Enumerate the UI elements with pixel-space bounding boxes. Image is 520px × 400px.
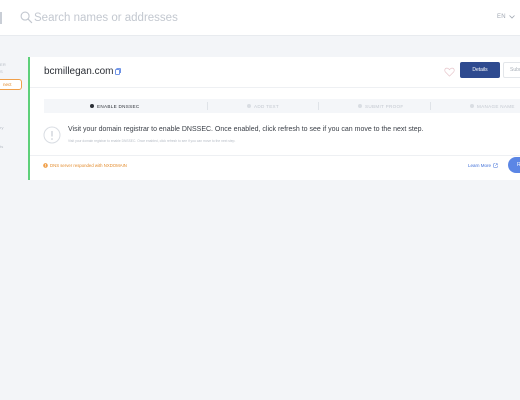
heart-icon[interactable] [444, 67, 455, 77]
learn-more-label: Learn More [468, 163, 492, 168]
domain-card: bcmillegan.com Details Subd ENABLE DNSSE… [28, 57, 520, 180]
language-selector[interactable]: EN [497, 14, 515, 20]
step-separator [430, 102, 431, 110]
sidebar-label-top: ER [0, 62, 6, 67]
warning-icon [43, 163, 48, 168]
step-active-dot [90, 104, 94, 108]
subdomains-button[interactable]: Subd [503, 62, 520, 78]
instruction-message: Visit your domain registrar to enable DN… [68, 126, 424, 133]
learn-more-link[interactable]: Learn More [468, 163, 498, 168]
step-inactive-dot [470, 104, 474, 108]
step-inactive-dot [358, 104, 362, 108]
step-enable-dnssec: ENABLE DNSSEC [90, 99, 139, 113]
domain-title: bcmillegan.com [44, 66, 122, 77]
step-label: MANAGE NAME [477, 103, 515, 109]
step-label: ADD TEXT [254, 103, 280, 109]
sidebar-label-sub: S [0, 69, 3, 74]
status-text: DNS server responded with NXDOMAIN [50, 163, 127, 168]
progress-steps: ENABLE DNSSEC ADD TEXT SUBMIT PROOF MANA… [44, 99, 520, 113]
step-submit-proof: SUBMIT PROOF [358, 99, 403, 113]
left-edge-divider [0, 12, 2, 24]
chevron-down-icon [509, 15, 515, 19]
domain-name: bcmillegan.com [44, 66, 114, 77]
step-label: SUBMIT PROOF [365, 103, 404, 109]
step-inactive-dot [247, 104, 251, 108]
search-icon [20, 11, 33, 24]
instruction-subtext: Visit your domain registrar to enable DN… [68, 139, 236, 143]
card-divider [30, 155, 520, 156]
connect-button[interactable]: nect [0, 79, 22, 90]
search-input[interactable] [34, 9, 334, 27]
sidebar-item-registry[interactable]: ry [0, 125, 4, 130]
sidebar-item-accounts[interactable]: ts [0, 144, 4, 149]
copy-icon[interactable] [115, 68, 122, 75]
step-separator [318, 102, 319, 110]
details-button[interactable]: Details [460, 62, 500, 78]
refresh-button[interactable]: Re [508, 157, 520, 173]
info-icon [43, 126, 61, 144]
external-link-icon [493, 163, 498, 168]
top-bar: EN [0, 0, 520, 36]
step-add-text: ADD TEXT [247, 99, 279, 113]
step-manage-name: MANAGE NAME [470, 99, 515, 113]
step-label: ENABLE DNSSEC [97, 103, 140, 109]
language-label: EN [497, 14, 506, 20]
status-message: DNS server responded with NXDOMAIN [43, 163, 127, 168]
step-separator [207, 102, 208, 110]
card-divider [30, 87, 520, 88]
